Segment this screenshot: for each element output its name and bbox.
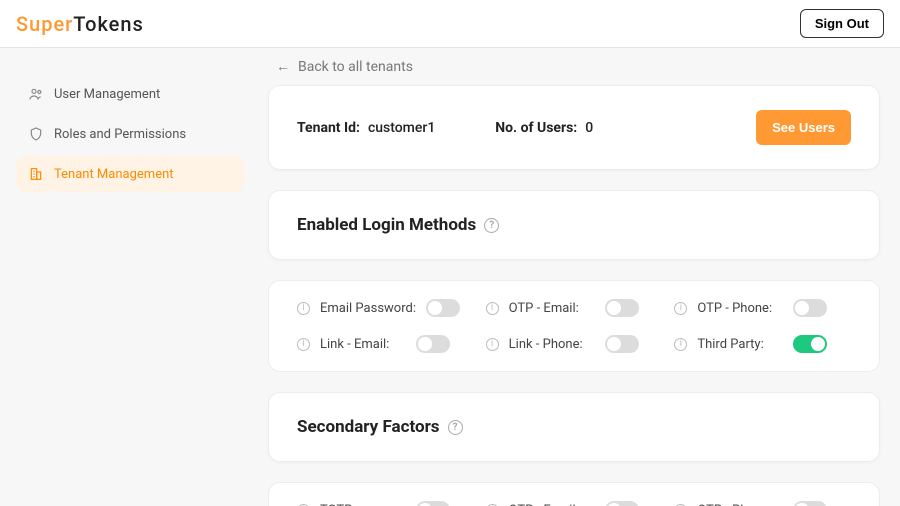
users-count-value: 0 xyxy=(585,120,593,136)
tenant-id-field: Tenant Id: customer1 xyxy=(297,120,435,136)
toggle-link-email: i Link - Email: xyxy=(297,335,474,353)
sign-out-button[interactable]: Sign Out xyxy=(800,9,884,38)
toggle-sf-otp-phone: i OTP - Phone: xyxy=(674,501,851,506)
logo: SuperTokens xyxy=(16,12,144,36)
back-label: Back to all tenants xyxy=(298,59,413,75)
switch-sf-otp-phone[interactable] xyxy=(793,501,827,506)
switch-totp[interactable] xyxy=(416,501,450,506)
main-content: ← Back to all tenants Tenant Id: custome… xyxy=(260,48,900,506)
secondary-factors-toggles: i TOTP: i OTP - Email: i OTP - Phone: xyxy=(268,482,880,506)
secondary-factors-title: Secondary Factors xyxy=(297,417,440,437)
toggle-label: Link - Phone: xyxy=(509,337,595,352)
login-methods-title: Enabled Login Methods xyxy=(297,215,476,235)
info-icon[interactable]: i xyxy=(297,302,310,315)
toggle-label: OTP - Email: xyxy=(509,301,595,316)
sidebar-item-label: User Management xyxy=(54,87,160,102)
shield-icon xyxy=(28,126,44,142)
info-icon[interactable]: i xyxy=(486,338,499,351)
info-icon[interactable]: i xyxy=(674,302,687,315)
secondary-factors-header: Secondary Factors ? xyxy=(268,392,880,462)
toggle-sf-otp-email: i OTP - Email: xyxy=(486,501,663,506)
toggle-label: OTP - Email: xyxy=(509,503,595,506)
building-icon xyxy=(28,166,44,182)
back-to-tenants-link[interactable]: ← Back to all tenants xyxy=(276,58,880,75)
toggle-label: Link - Email: xyxy=(320,337,406,352)
users-count-label: No. of Users: xyxy=(495,120,577,136)
toggle-label: OTP - Phone: xyxy=(697,503,783,506)
login-methods-toggles: i Email Password: i OTP - Email: i OTP -… xyxy=(268,280,880,372)
switch-sf-otp-email[interactable] xyxy=(605,501,639,506)
info-icon[interactable]: i xyxy=(486,302,499,315)
logo-part-1: Super xyxy=(16,12,73,36)
arrow-left-icon: ← xyxy=(276,58,290,75)
switch-email-password[interactable] xyxy=(426,299,460,317)
users-icon xyxy=(28,86,44,102)
sidebar: User Management Roles and Permissions Te… xyxy=(0,48,260,506)
sidebar-item-tenant-management[interactable]: Tenant Management xyxy=(16,156,244,192)
toggle-link-phone: i Link - Phone: xyxy=(486,335,663,353)
tenant-info-card: Tenant Id: customer1 No. of Users: 0 See… xyxy=(268,85,880,170)
users-count-field: No. of Users: 0 xyxy=(495,120,593,136)
topbar: SuperTokens Sign Out xyxy=(0,0,900,48)
toggle-label: Email Password: xyxy=(320,301,416,316)
switch-otp-phone[interactable] xyxy=(793,299,827,317)
toggle-label: Third Party: xyxy=(697,337,783,352)
tenant-id-label: Tenant Id: xyxy=(297,120,360,136)
toggle-email-password: i Email Password: xyxy=(297,299,474,317)
sidebar-item-label: Tenant Management xyxy=(54,167,174,182)
toggle-label: OTP - Phone: xyxy=(697,301,783,316)
see-users-button[interactable]: See Users xyxy=(756,110,851,145)
sidebar-item-user-management[interactable]: User Management xyxy=(16,76,244,112)
toggle-label: TOTP: xyxy=(320,503,406,506)
sidebar-item-label: Roles and Permissions xyxy=(54,127,186,142)
help-icon[interactable]: ? xyxy=(448,420,463,435)
toggle-third-party: i Third Party: xyxy=(674,335,851,353)
info-icon[interactable]: i xyxy=(674,338,687,351)
switch-link-phone[interactable] xyxy=(605,335,639,353)
info-icon[interactable]: i xyxy=(297,338,310,351)
switch-otp-email[interactable] xyxy=(605,299,639,317)
tenant-id-value: customer1 xyxy=(368,120,435,136)
login-methods-header: Enabled Login Methods ? xyxy=(268,190,880,260)
toggle-otp-phone: i OTP - Phone: xyxy=(674,299,851,317)
help-icon[interactable]: ? xyxy=(484,218,499,233)
toggle-totp: i TOTP: xyxy=(297,501,474,506)
switch-link-email[interactable] xyxy=(416,335,450,353)
sidebar-item-roles-permissions[interactable]: Roles and Permissions xyxy=(16,116,244,152)
logo-part-2: Tokens xyxy=(73,12,144,36)
switch-third-party[interactable] xyxy=(793,335,827,353)
toggle-otp-email: i OTP - Email: xyxy=(486,299,663,317)
